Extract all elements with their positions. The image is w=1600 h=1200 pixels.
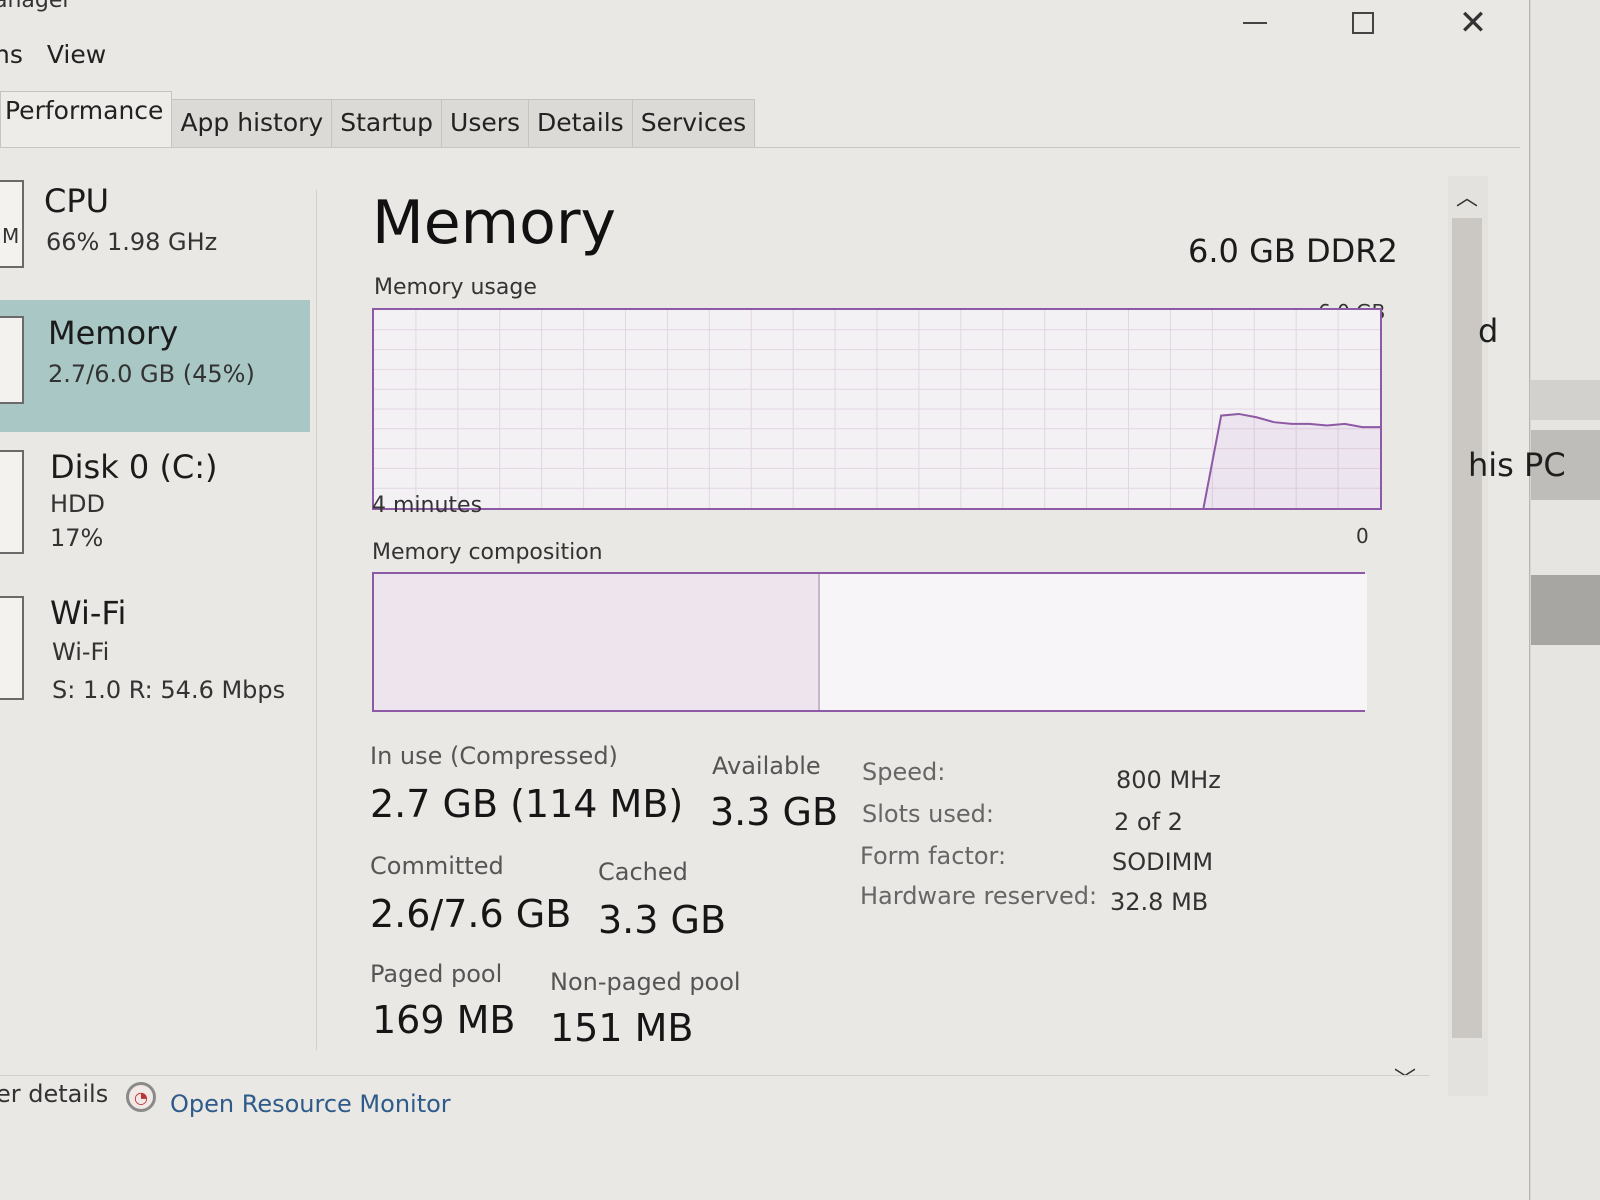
sidebar-item-memory[interactable]: Memory 2.7/6.0 GB (45%) xyxy=(0,300,310,432)
title-bar[interactable]: anager ✕ xyxy=(0,0,1530,43)
memory-usage-time: 4 minutes xyxy=(372,493,483,518)
committed-label: Committed xyxy=(370,852,504,880)
footer-bar: er details ◔ Open Resource Monitor xyxy=(0,1075,1430,1135)
menu-bar: ns View xyxy=(0,38,130,74)
sidebar-item-cpu-value: 66% 1.98 GHz xyxy=(46,228,218,256)
tab-performance[interactable]: Performance xyxy=(0,91,173,147)
cpu-thumb-letter: M xyxy=(2,224,20,248)
memory-composition-bar xyxy=(372,572,1367,712)
non-paged-pool-label: Non-paged pool xyxy=(550,968,741,996)
close-icon: ✕ xyxy=(1458,3,1488,43)
sidebar-item-wifi-name: Wi-Fi xyxy=(52,638,110,666)
sidebar-item-memory-value: 2.7/6.0 GB (45%) xyxy=(48,360,255,388)
available-label: Available xyxy=(712,752,821,780)
tab-startup[interactable]: Startup xyxy=(331,99,443,147)
resource-monitor-icon: ◔ xyxy=(126,1082,156,1112)
fewer-details-link[interactable]: er details xyxy=(0,1080,108,1108)
composition-standby xyxy=(820,574,1367,710)
maximize-icon xyxy=(1352,12,1374,34)
sidebar-item-wifi-label: Wi-Fi xyxy=(50,594,127,632)
tab-bar: Performance App history Startup Users De… xyxy=(0,91,1520,148)
window-title: anager xyxy=(0,0,72,13)
background-row xyxy=(1531,575,1600,645)
tab-app-history[interactable]: App history xyxy=(171,99,333,147)
sidebar-item-disk-value: 17% xyxy=(50,524,104,552)
in-use-label: In use (Compressed) xyxy=(370,742,618,770)
sidebar-item-disk-label: Disk 0 (C:) xyxy=(50,448,218,486)
cpu-thumbnail: M xyxy=(0,180,24,268)
background-window xyxy=(1531,0,1600,1200)
sidebar-item-disk[interactable]: Disk 0 (C:) HDD 17% xyxy=(0,444,310,564)
memory-composition-label: Memory composition xyxy=(372,540,603,565)
available-value: 3.3 GB xyxy=(710,790,839,834)
task-manager-window: anager ✕ ns View Performance App history… xyxy=(0,0,1530,1200)
tab-services[interactable]: Services xyxy=(631,99,756,147)
sidebar-item-cpu-label: CPU xyxy=(44,182,110,220)
sidebar-item-memory-label: Memory xyxy=(48,314,179,352)
memory-usage-chart xyxy=(372,308,1382,510)
composition-in-use xyxy=(374,574,820,710)
wifi-thumbnail xyxy=(0,596,24,700)
cached-label: Cached xyxy=(598,858,688,886)
speed-label: Speed: xyxy=(862,758,946,786)
slots-value: 2 of 2 xyxy=(1114,808,1183,836)
memory-usage-chart-svg xyxy=(374,310,1380,508)
menu-options[interactable]: ns xyxy=(0,38,33,74)
close-button[interactable]: ✕ xyxy=(1438,3,1508,43)
background-text: d xyxy=(1478,312,1499,350)
scroll-up-icon[interactable]: ︿ xyxy=(1456,180,1478,212)
maximize-button[interactable] xyxy=(1328,4,1398,42)
sidebar-item-disk-type: HDD xyxy=(50,490,106,518)
hardware-reserved-value: 32.8 MB xyxy=(1110,888,1209,916)
sidebar-item-wifi[interactable]: Wi-Fi Wi-Fi S: 1.0 R: 54.6 Mbps xyxy=(0,590,310,710)
paged-pool-value: 169 MB xyxy=(372,998,516,1042)
memory-usage-min: 0 xyxy=(1356,524,1369,548)
in-use-value: 2.7 GB (114 MB) xyxy=(370,782,684,826)
form-factor-label: Form factor: xyxy=(860,842,1007,870)
memory-usage-label: Memory usage xyxy=(374,275,537,300)
speed-value: 800 MHz xyxy=(1116,766,1221,794)
memory-thumbnail xyxy=(0,316,24,404)
sidebar-item-wifi-value: S: 1.0 R: 54.6 Mbps xyxy=(52,676,286,704)
sidebar-divider xyxy=(316,190,317,1050)
cached-value: 3.3 GB xyxy=(598,898,727,942)
committed-value: 2.6/7.6 GB xyxy=(370,892,572,936)
background-row xyxy=(1531,380,1600,420)
minimize-button[interactable] xyxy=(1220,4,1290,42)
paged-pool-label: Paged pool xyxy=(370,960,503,988)
slots-label: Slots used: xyxy=(862,800,994,828)
hardware-reserved-label: Hardware reserved: xyxy=(860,882,1098,910)
form-factor-value: SODIMM xyxy=(1112,848,1214,876)
memory-usage-area xyxy=(1203,413,1380,508)
sidebar-item-cpu[interactable]: M CPU 66% 1.98 GHz xyxy=(0,170,310,280)
minimize-icon xyxy=(1243,22,1267,24)
background-this-pc: his PC xyxy=(1468,446,1566,484)
menu-view[interactable]: View xyxy=(47,38,116,74)
memory-spec: 6.0 GB DDR2 xyxy=(1188,232,1398,270)
non-paged-pool-value: 151 MB xyxy=(550,1006,694,1050)
page-title: Memory xyxy=(372,188,617,258)
tab-users[interactable]: Users xyxy=(441,99,530,147)
open-resource-monitor-link[interactable]: Open Resource Monitor xyxy=(170,1090,451,1118)
disk-thumbnail xyxy=(0,450,24,554)
tab-details[interactable]: Details xyxy=(528,99,633,147)
